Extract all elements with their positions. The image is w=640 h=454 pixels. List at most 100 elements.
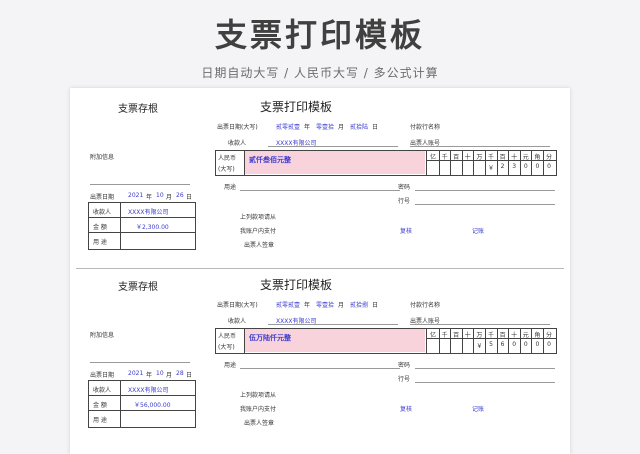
digit-divider — [485, 328, 486, 353]
digit-header: 十 — [511, 154, 518, 161]
date-upper-year-unit: 年 — [304, 302, 311, 309]
digit-divider — [450, 328, 452, 353]
cheque-sheet: 支票存根 附加信息 出票日期 2021 年 10 月 26 日 收款人 XXXX… — [70, 88, 570, 454]
digit-header: 百 — [453, 154, 460, 161]
digit-header: 千 — [441, 332, 448, 339]
stub-day: 26 — [176, 192, 184, 199]
digit-divider — [531, 150, 533, 175]
date-upper-day: 贰拾陆 — [350, 124, 369, 131]
stub-title: 支票存根 — [118, 104, 158, 115]
digit-value: ￥ — [476, 343, 483, 350]
stub-year-unit: 年 — [146, 372, 153, 379]
cheque-2: 支票存根 附加信息 出票日期 2021 年 10 月 28 日 收款人 XXXX… — [80, 272, 562, 444]
digit-divider — [450, 150, 452, 175]
digit-divider — [496, 150, 498, 175]
hero-title: 支票打印模板 — [214, 16, 425, 54]
digit-divider — [461, 150, 463, 175]
main-payee-label: 收款人 — [228, 318, 247, 325]
digit-header: 元 — [522, 154, 529, 161]
digit-header: 百 — [499, 154, 506, 161]
digit-divider — [543, 328, 544, 353]
stub-month: 10 — [156, 192, 164, 199]
digit-divider — [473, 150, 475, 175]
digit-header: 百 — [499, 332, 506, 339]
rmb-label: 人民币 — [218, 333, 237, 340]
digit-header: 十 — [464, 154, 471, 161]
stub-day-unit: 日 — [186, 372, 193, 379]
stub-issue-date-label: 出票日期 — [90, 372, 115, 379]
hero-subtitle: 日期自动大写 / 人民币大写 / 多公式计算 — [201, 66, 439, 80]
date-upper-year: 贰零贰壹 — [276, 302, 301, 309]
digit-divider — [473, 328, 475, 353]
digit-header: 分 — [545, 154, 552, 161]
date-upper-year-unit: 年 — [304, 124, 311, 131]
digit-divider — [519, 150, 521, 175]
recorded-label: 记账 — [472, 228, 485, 235]
stub-month-unit: 月 — [166, 194, 173, 201]
digit-value: 0 — [523, 163, 528, 170]
stub-day-unit: 日 — [186, 194, 193, 201]
digit-value: 2 — [500, 163, 505, 170]
digit-header: 亿 — [429, 154, 436, 161]
above-amount-label: 上列款项请从 — [240, 214, 277, 221]
recorded-label: 记账 — [472, 406, 485, 413]
stub-amount: ￥2,300.00 — [136, 224, 169, 231]
digit-divider — [461, 328, 463, 353]
date-upper-month-unit: 月 — [338, 302, 345, 309]
digit-value: 0 — [512, 341, 517, 348]
date-upper-month-unit: 月 — [338, 124, 345, 131]
stub-title: 支票存根 — [118, 282, 158, 293]
payer-bank-label: 付款行名称 — [410, 124, 441, 131]
amount-words-field: 贰仟叁佰元整 — [245, 151, 425, 174]
date-upper-month: 零壹拾 — [316, 124, 335, 131]
attach-info-label: 附加信息 — [90, 332, 115, 339]
digit-value: ￥ — [487, 165, 494, 172]
cheque-1: 支票存根 附加信息 出票日期 2021 年 10 月 26 日 收款人 XXXX… — [80, 94, 562, 266]
digit-divider — [438, 328, 440, 353]
digit-header: 万 — [476, 332, 483, 339]
digit-header: 千 — [441, 154, 448, 161]
digit-value: 0 — [535, 163, 540, 170]
my-account-label: 我账户内支付 — [240, 228, 277, 235]
digit-header: 角 — [534, 154, 541, 161]
date-upper-year: 贰零贰壹 — [276, 124, 301, 131]
upper-label: (大写) — [218, 166, 235, 173]
stub-month-unit: 月 — [166, 372, 173, 379]
digit-header: 分 — [545, 332, 552, 339]
stub-payee: XXXX有限公司 — [128, 387, 169, 394]
stub-day: 28 — [176, 370, 184, 377]
digit-divider — [531, 328, 533, 353]
stub-payee-label: 收款人 — [93, 209, 112, 216]
digit-divider — [508, 328, 510, 353]
digit-divider — [508, 150, 510, 175]
date-upper-day-unit: 日 — [372, 124, 379, 131]
digit-header: 角 — [534, 332, 541, 339]
digit-value: 0 — [523, 341, 528, 348]
cheque-separator — [76, 268, 564, 269]
reviewed-label: 复核 — [400, 228, 413, 235]
code-label: 密码 — [398, 362, 411, 369]
stub-payee: XXXX有限公司 — [128, 209, 169, 216]
purpose-label: 用途 — [224, 184, 237, 191]
digit-value: 0 — [547, 341, 551, 348]
upper-label: (大写) — [218, 344, 235, 351]
digit-divider — [485, 150, 486, 175]
digit-divider — [543, 150, 544, 175]
digit-header: 亿 — [429, 332, 436, 339]
main-payee-label: 收款人 — [228, 140, 247, 147]
row-label: 行号 — [398, 376, 411, 383]
stub-issue-date-label: 出票日期 — [90, 194, 115, 201]
stub-amount-label: 金 额 — [93, 402, 107, 409]
stub-amount-label: 金 额 — [93, 224, 107, 231]
digit-header: 十 — [511, 332, 518, 339]
stub-usage-label: 用 途 — [93, 239, 107, 246]
digit-value: 6 — [500, 341, 505, 348]
digit-header: 千 — [487, 332, 494, 339]
reviewed-label: 复核 — [400, 406, 413, 413]
digit-header: 万 — [476, 154, 483, 161]
date-upper-day: 贰拾捌 — [350, 302, 369, 309]
digit-divider — [519, 328, 521, 353]
date-upper-month: 零壹拾 — [316, 302, 335, 309]
digit-header: 百 — [453, 332, 460, 339]
stub-amount: ￥56,000.00 — [134, 402, 171, 409]
